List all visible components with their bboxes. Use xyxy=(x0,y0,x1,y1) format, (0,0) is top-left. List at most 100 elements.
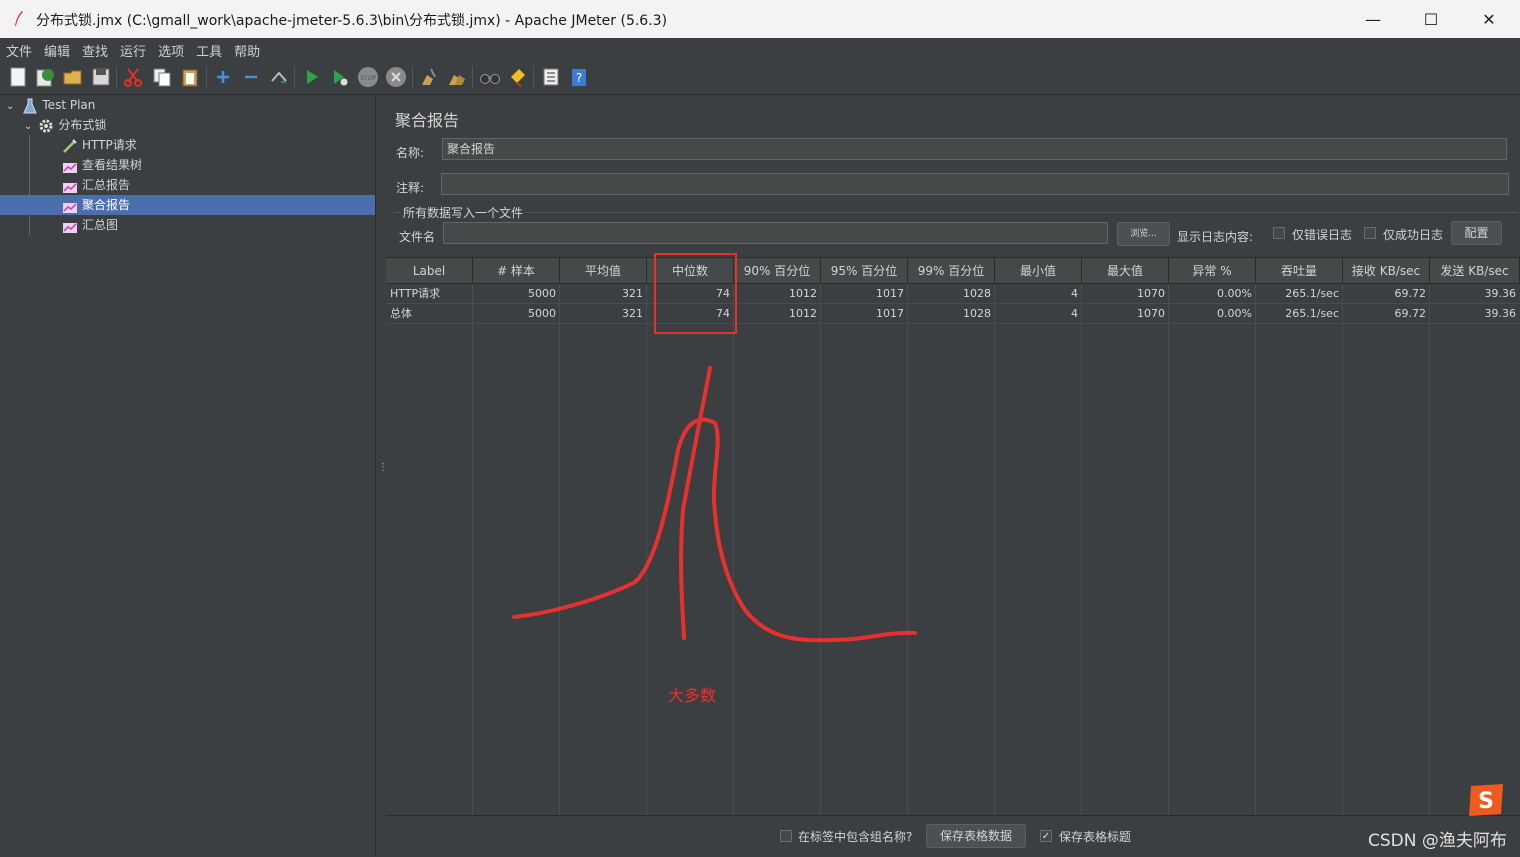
menu-search[interactable]: 查找 xyxy=(76,38,114,60)
minimize-button[interactable]: — xyxy=(1344,0,1402,38)
save-table-button[interactable]: 保存表格数据 xyxy=(926,824,1026,848)
menu-edit[interactable]: 编辑 xyxy=(38,38,76,60)
errors-only-checkbox[interactable] xyxy=(1273,227,1285,239)
table-cell-sent[interactable]: 39.36 xyxy=(1430,284,1520,304)
start-no-pause-icon[interactable] xyxy=(329,66,351,88)
sogou-logo-icon: S xyxy=(1469,784,1503,816)
menu-tools[interactable]: 工具 xyxy=(190,38,228,60)
tree-item-view-results-tree[interactable]: 查看结果树 xyxy=(62,155,142,175)
close-icon: ✕ xyxy=(1482,9,1496,29)
table-cell-p99[interactable]: 1028 xyxy=(908,284,995,304)
clear-all-icon[interactable] xyxy=(446,66,468,88)
column-header-average[interactable]: 平均值 xyxy=(560,258,647,284)
column-header-sent[interactable]: 发送 KB/sec xyxy=(1430,258,1520,284)
tree-item-http-request[interactable]: HTTP请求 xyxy=(62,135,137,155)
table-cell-min[interactable]: 4 xyxy=(995,284,1082,304)
table-cell-received[interactable]: 69.72 xyxy=(1343,304,1430,324)
help-icon[interactable]: ? xyxy=(568,66,590,88)
shutdown-icon[interactable] xyxy=(385,66,407,88)
tree-item-aggregate-report[interactable]: 聚合报告 xyxy=(0,195,375,215)
filename-label: 文件名 xyxy=(399,230,436,244)
column-header-max[interactable]: 最大值 xyxy=(1082,258,1169,284)
include-group-checkbox[interactable] xyxy=(780,830,792,842)
menu-options[interactable]: 选项 xyxy=(152,38,190,60)
save-icon[interactable] xyxy=(90,66,112,88)
table-cell-p90[interactable]: 1012 xyxy=(734,304,821,324)
jmeter-feather-icon xyxy=(15,11,23,26)
tree-item-summary-graph[interactable]: 汇总图 xyxy=(62,215,118,235)
open-icon[interactable] xyxy=(62,66,84,88)
table-cell-throughput[interactable]: 265.1/sec xyxy=(1256,284,1343,304)
column-header-p90[interactable]: 90% 百分位 xyxy=(734,258,821,284)
column-header-label[interactable]: Label xyxy=(386,258,473,284)
median-highlight-box xyxy=(654,253,737,334)
success-only-checkbox[interactable] xyxy=(1364,227,1376,239)
clear-icon[interactable] xyxy=(418,66,440,88)
new-icon[interactable] xyxy=(7,66,29,88)
file-group-label: 所有数据写入一个文件 xyxy=(400,204,527,221)
expand-icon[interactable] xyxy=(212,66,234,88)
table-cell-error[interactable]: 0.00% xyxy=(1169,284,1256,304)
table-cell-label[interactable]: HTTP请求 xyxy=(386,284,473,304)
page-title: 聚合报告 xyxy=(395,111,460,130)
table-cell-sent[interactable]: 39.36 xyxy=(1430,304,1520,324)
chevron-down-icon[interactable]: ⌄ xyxy=(6,101,14,112)
table-cell-p90[interactable]: 1012 xyxy=(734,284,821,304)
name-field[interactable]: 聚合报告 xyxy=(442,138,1507,160)
table-cell-error[interactable]: 0.00% xyxy=(1169,304,1256,324)
column-header-throughput[interactable]: 吞吐量 xyxy=(1256,258,1343,284)
paste-icon[interactable] xyxy=(179,66,201,88)
menu-run[interactable]: 运行 xyxy=(114,38,152,60)
bottom-bar: 在标签中包含组名称? 保存表格数据 ✓ 保存表格标题 xyxy=(386,815,1520,857)
table-cell-max[interactable]: 1070 xyxy=(1082,304,1169,324)
table-cell-average[interactable]: 321 xyxy=(560,284,647,304)
table-cell-throughput[interactable]: 265.1/sec xyxy=(1256,304,1343,324)
listener-graph-icon xyxy=(63,202,77,213)
reset-search-icon[interactable] xyxy=(507,66,529,88)
configure-button[interactable]: 配置 xyxy=(1451,221,1502,245)
column-header-received[interactable]: 接收 KB/sec xyxy=(1343,258,1430,284)
filename-field[interactable] xyxy=(443,222,1108,244)
stop-icon[interactable]: STOP xyxy=(357,66,379,88)
copy-icon[interactable] xyxy=(151,66,173,88)
table-cell-samples[interactable]: 5000 xyxy=(473,284,560,304)
chevron-down-icon[interactable]: ⌄ xyxy=(24,121,32,132)
listener-graph-icon xyxy=(63,222,77,233)
start-icon[interactable] xyxy=(301,66,323,88)
column-header-error[interactable]: 异常 % xyxy=(1169,258,1256,284)
function-helper-icon[interactable] xyxy=(540,66,562,88)
toggle-icon[interactable] xyxy=(268,66,290,88)
browse-button[interactable]: 浏览... xyxy=(1117,222,1170,246)
menu-file[interactable]: 文件 xyxy=(0,38,38,60)
column-header-samples[interactable]: # 样本 xyxy=(473,258,560,284)
split-pane-divider[interactable]: ⋮ xyxy=(378,463,388,485)
table-cell-p99[interactable]: 1028 xyxy=(908,304,995,324)
column-divider xyxy=(820,284,821,816)
save-header-checkbox[interactable]: ✓ xyxy=(1040,830,1052,842)
column-divider xyxy=(1168,284,1169,816)
column-header-min[interactable]: 最小值 xyxy=(995,258,1082,284)
comment-field[interactable] xyxy=(441,173,1509,195)
table-cell-label[interactable]: 总体 xyxy=(386,304,473,324)
tree-item-test-plan[interactable]: ⌄ Test Plan xyxy=(6,95,95,115)
collapse-icon[interactable] xyxy=(240,66,262,88)
table-cell-received[interactable]: 69.72 xyxy=(1343,284,1430,304)
table-cell-p95[interactable]: 1017 xyxy=(821,304,908,324)
maximize-icon: ☐ xyxy=(1423,9,1439,29)
table-cell-p95[interactable]: 1017 xyxy=(821,284,908,304)
table-cell-samples[interactable]: 5000 xyxy=(473,304,560,324)
close-button[interactable]: ✕ xyxy=(1460,0,1518,38)
column-header-p95[interactable]: 95% 百分位 xyxy=(821,258,908,284)
tree-item-thread-group[interactable]: ⌄ 分布式锁 xyxy=(24,115,106,135)
search-icon[interactable] xyxy=(479,66,501,88)
column-header-p99[interactable]: 99% 百分位 xyxy=(908,258,995,284)
table-cell-average[interactable]: 321 xyxy=(560,304,647,324)
tree-item-summary-report[interactable]: 汇总报告 xyxy=(62,175,130,195)
table-cell-max[interactable]: 1070 xyxy=(1082,284,1169,304)
logo-letter: S xyxy=(1478,789,1494,814)
table-cell-min[interactable]: 4 xyxy=(995,304,1082,324)
cut-icon[interactable] xyxy=(122,66,144,88)
menu-help[interactable]: 帮助 xyxy=(228,38,266,60)
maximize-button[interactable]: ☐ xyxy=(1402,0,1460,38)
templates-icon[interactable] xyxy=(34,66,56,88)
